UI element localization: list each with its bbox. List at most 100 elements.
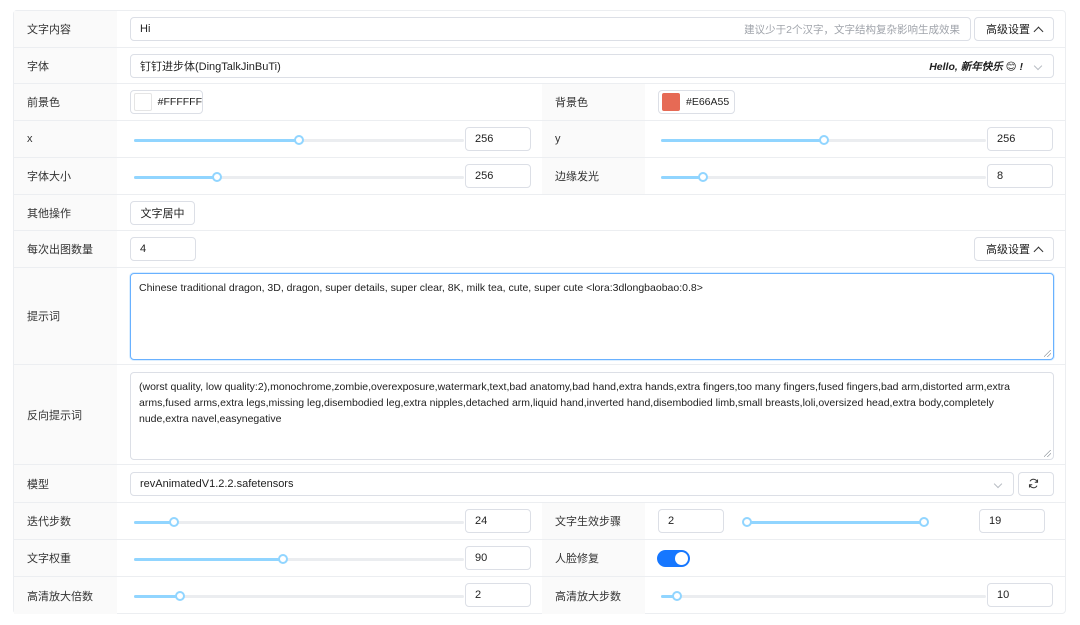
y-input[interactable]: 256 <box>987 127 1053 151</box>
negative-prompt-textarea[interactable]: (worst quality, low quality:2),monochrom… <box>130 372 1054 460</box>
resize-grip-icon[interactable] <box>1044 450 1051 457</box>
row-prompt: 提示词 Chinese traditional dragon, 3D, drag… <box>14 268 1065 365</box>
slider-thumb[interactable] <box>698 172 709 182</box>
hires-steps-label: 高清放大步数 <box>542 577 645 614</box>
slider-fill <box>134 521 174 524</box>
text-steps-range-slider[interactable] <box>742 515 929 529</box>
edge-glow-slider[interactable] <box>661 170 986 184</box>
slider-fill <box>134 139 299 142</box>
y-slider[interactable] <box>661 133 986 147</box>
other-ops-label: 其他操作 <box>14 195 117 230</box>
face-fix-label: 人脸修复 <box>542 540 645 576</box>
center-text-button[interactable]: 文字居中 <box>130 201 195 225</box>
prompt-label: 提示词 <box>14 268 117 364</box>
font-size-slider[interactable] <box>134 170 464 184</box>
x-slider[interactable] <box>134 133 464 147</box>
background-color-picker[interactable]: #E66A55 <box>658 90 735 114</box>
steps-slider[interactable] <box>134 515 464 529</box>
slider-track <box>661 176 986 179</box>
refresh-icon <box>1028 478 1039 489</box>
hires-steps-slider[interactable] <box>661 589 986 603</box>
slider-fill <box>134 595 181 598</box>
slider-thumb[interactable] <box>672 591 683 601</box>
text-weight-input[interactable]: 90 <box>465 546 531 570</box>
background-label: 背景色 <box>542 84 645 120</box>
row-size-glow: 字体大小 256 边缘发光 8 <box>14 158 1065 195</box>
text-weight-value: 90 <box>475 552 488 564</box>
background-color-chip <box>662 93 680 111</box>
model-value: revAnimatedV1.2.2.safetensors <box>140 478 294 490</box>
text-steps-start-value: 2 <box>668 515 675 527</box>
foreground-label: 前景色 <box>14 84 117 120</box>
text-content-value: Hi <box>140 23 151 35</box>
text-content-hint: 建议少于2个汉字，文字结构复杂影响生成效果 <box>744 23 960 36</box>
row-hires: 高清放大倍数 2 高清放大步数 10 <box>14 577 1065 614</box>
text-weight-label: 文字权重 <box>14 540 117 576</box>
prompt-value: Chinese traditional dragon, 3D, dragon, … <box>139 282 703 294</box>
refresh-model-button[interactable] <box>1018 472 1054 496</box>
font-size-label: 字体大小 <box>14 158 117 194</box>
slider-track <box>134 521 464 524</box>
slider-track <box>661 595 986 598</box>
foreground-color-picker[interactable]: #FFFFFF <box>130 90 203 114</box>
range-end-thumb[interactable] <box>919 517 929 527</box>
model-select[interactable]: revAnimatedV1.2.2.safetensors <box>130 472 1014 496</box>
steps-label: 迭代步数 <box>14 503 117 539</box>
advanced-settings-label: 高级设置 <box>986 24 1030 36</box>
row-negative-prompt: 反向提示词 (worst quality, low quality:2),mon… <box>14 365 1065 465</box>
chevron-down-icon <box>993 479 1003 489</box>
text-steps-start-input[interactable]: 2 <box>658 509 724 533</box>
hires-scale-input[interactable]: 2 <box>465 583 531 607</box>
font-label: 字体 <box>14 48 117 83</box>
font-size-value: 256 <box>475 170 494 182</box>
steps-value: 24 <box>475 515 488 527</box>
text-weight-slider[interactable] <box>134 552 464 566</box>
batch-count-value: 4 <box>140 243 147 255</box>
edge-glow-input[interactable]: 8 <box>987 164 1053 188</box>
row-text-content: 文字内容 Hi 建议少于2个汉字，文字结构复杂影响生成效果 高级设置 <box>14 11 1065 48</box>
range-start-thumb[interactable] <box>742 517 752 527</box>
steps-input[interactable]: 24 <box>465 509 531 533</box>
face-fix-toggle[interactable] <box>657 550 690 567</box>
row-model: 模型 revAnimatedV1.2.2.safetensors <box>14 465 1065 503</box>
advanced-settings-button-2[interactable]: 高级设置 <box>974 237 1054 261</box>
edge-glow-value: 8 <box>997 170 1004 182</box>
chevron-up-icon <box>1033 246 1044 256</box>
hires-scale-slider[interactable] <box>134 589 464 603</box>
text-steps-label: 文字生效步骤 <box>542 503 645 539</box>
text-content-input[interactable]: Hi 建议少于2个汉字，文字结构复杂影响生成效果 <box>130 17 971 41</box>
hires-scale-value: 2 <box>475 589 482 601</box>
font-size-input[interactable]: 256 <box>465 164 531 188</box>
slider-fill <box>134 558 283 561</box>
x-value: 256 <box>475 133 494 145</box>
x-input[interactable]: 256 <box>465 127 531 151</box>
row-colors: 前景色 #FFFFFF 背景色 #E66A55 <box>14 84 1065 121</box>
slider-thumb[interactable] <box>277 554 288 564</box>
slider-thumb[interactable] <box>175 591 186 601</box>
batch-count-input[interactable]: 4 <box>130 237 196 261</box>
y-value: 256 <box>997 133 1016 145</box>
font-preview: Hello, 新年快乐 😊 ! <box>929 60 1023 73</box>
range-fill <box>747 521 924 524</box>
hires-steps-input[interactable]: 10 <box>987 583 1053 607</box>
negative-prompt-value: (worst quality, low quality:2),monochrom… <box>139 381 1010 425</box>
font-value: 钉钉进步体(DingTalkJinBuTi) <box>140 61 281 73</box>
slider-thumb[interactable] <box>211 172 222 182</box>
resize-grip-icon[interactable] <box>1044 350 1051 357</box>
y-label: y <box>542 121 645 157</box>
row-weight-face: 文字权重 90 人脸修复 <box>14 540 1065 577</box>
prompt-textarea[interactable]: Chinese traditional dragon, 3D, dragon, … <box>130 273 1054 360</box>
batch-count-label: 每次出图数量 <box>14 231 117 267</box>
hires-scale-label: 高清放大倍数 <box>14 577 117 614</box>
slider-fill <box>661 139 824 142</box>
slider-thumb[interactable] <box>818 135 829 145</box>
text-steps-end-input[interactable]: 19 <box>979 509 1045 533</box>
slider-fill <box>661 176 704 179</box>
slider-thumb[interactable] <box>168 517 179 527</box>
text-steps-end-value: 19 <box>989 515 1002 527</box>
row-steps: 迭代步数 24 文字生效步骤 2 19 <box>14 503 1065 540</box>
font-select[interactable]: 钉钉进步体(DingTalkJinBuTi) Hello, 新年快乐 😊 ! <box>130 54 1054 78</box>
advanced-settings-button[interactable]: 高级设置 <box>974 17 1054 41</box>
chevron-down-icon <box>1033 61 1043 71</box>
slider-thumb[interactable] <box>294 135 304 145</box>
